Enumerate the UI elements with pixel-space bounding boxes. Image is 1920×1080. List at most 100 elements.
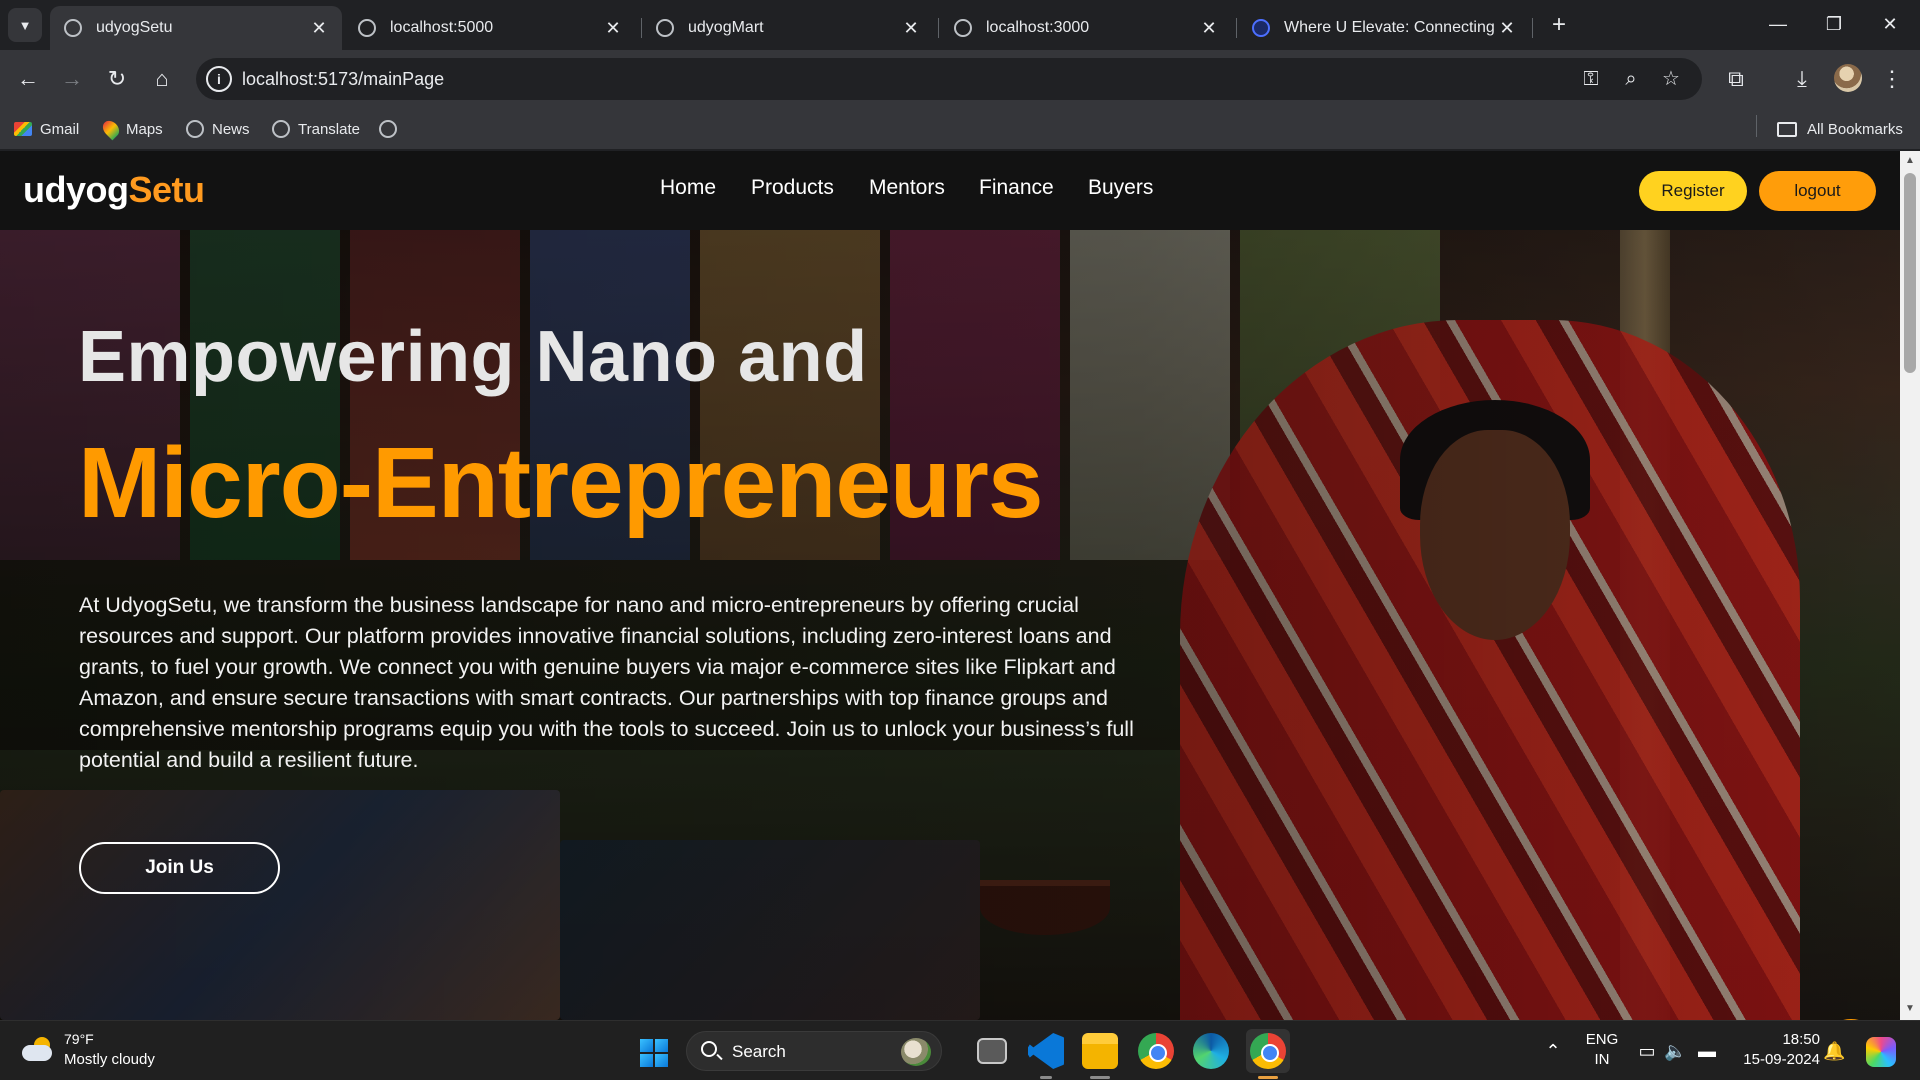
browser-toolbar: ← → ↻ ⌂ i localhost:5173/mainPage ⚿ ⌕ ☆ … [0,50,1920,108]
web-page: udyogSetu Home Products Mentors Finance … [0,151,1900,1020]
globe-icon [656,19,674,37]
forward-button[interactable]: → [56,63,88,95]
search-placeholder: Search [732,1042,786,1061]
tab-title: localhost:3000 [986,19,1090,36]
battery-icon[interactable]: ▬ [1696,1041,1718,1061]
close-icon[interactable]: ✕ [310,18,328,39]
download-icon[interactable]: ⤓ [1786,63,1818,95]
close-icon[interactable]: ✕ [1498,18,1516,39]
scroll-down-arrow-icon[interactable]: ▼ [1904,1003,1916,1015]
all-bookmarks[interactable]: All Bookmarks [1777,118,1903,140]
volume-icon[interactable]: 🔈 [1664,1041,1686,1061]
search-icon [701,1041,717,1057]
more-menu-icon[interactable]: ⋮ [1876,63,1908,95]
chevron-down-icon: ▼ [18,17,32,33]
nav-buyers[interactable]: Buyers [1088,176,1153,200]
windows-start-icon[interactable] [640,1039,668,1067]
plus-icon: + [1551,11,1566,38]
reload-button[interactable]: ↻ [101,63,133,95]
chrome-profile-icon[interactable] [1250,1033,1286,1069]
bookmark-maps[interactable]: Maps [99,117,163,141]
close-window-button[interactable]: ✕ [1862,6,1918,42]
clock-time[interactable]: 18:50 [1740,1031,1820,1048]
close-icon[interactable]: ✕ [1200,18,1218,39]
close-icon[interactable]: ✕ [902,18,920,39]
tab-udyogmart[interactable]: udyogMart ✕ [642,6,934,50]
maps-pin-icon [99,117,123,141]
chrome-icon[interactable] [1138,1033,1174,1069]
scroll-up-arrow-icon[interactable]: ▲ [1904,155,1916,167]
copilot-icon[interactable] [1866,1037,1896,1067]
edge-icon[interactable] [1193,1033,1229,1069]
join-us-button[interactable]: Join Us [79,842,280,894]
logo-part-2: Setu [128,169,205,210]
address-bar[interactable]: i localhost:5173/mainPage ⚿ ⌕ ☆ [196,58,1702,100]
profile-avatar[interactable] [1834,64,1862,92]
tab-separator [1236,18,1237,38]
tab-search-button[interactable]: ▼ [8,8,42,42]
tab-title: udyogMart [688,19,764,36]
folder-icon [1777,121,1797,137]
tab-localhost-5000[interactable]: localhost:5000 ✕ [344,6,636,50]
hero-description: At UdyogSetu, we transform the business … [79,593,1134,772]
nav-products[interactable]: Products [751,176,834,200]
clock-date[interactable]: 15-09-2024 [1730,1051,1820,1068]
running-indicator [1040,1076,1052,1079]
minimize-button[interactable]: — [1750,6,1806,42]
back-button[interactable]: ← [12,63,44,95]
weather-temperature[interactable]: 79°F [64,1031,94,1047]
chevron-up-icon[interactable]: ⌃ [1542,1041,1564,1061]
logout-button[interactable]: logout [1759,171,1876,211]
notification-bell-icon[interactable]: 🔔 [1823,1041,1845,1061]
tab-title: localhost:5000 [390,19,494,36]
taskbar-search[interactable]: Search [686,1031,942,1071]
home-button[interactable]: ⌂ [146,63,178,95]
bookmark-label: News [212,120,250,138]
task-view-icon[interactable] [977,1038,1007,1064]
new-tab-button[interactable]: + [1544,10,1574,40]
hero-title-line-2: Micro-Entrepreneurs [78,427,1044,539]
site-logo[interactable]: udyogSetu [23,169,205,211]
nav-finance[interactable]: Finance [979,176,1054,200]
restore-button[interactable]: ❐ [1806,6,1862,42]
weather-condition[interactable]: Mostly cloudy [64,1051,155,1068]
globe-icon [954,19,972,37]
vscode-icon[interactable] [1028,1033,1064,1069]
tab-title: Where U Elevate: Connecting n [1284,19,1498,36]
url-text[interactable]: localhost:5173/mainPage [242,69,444,90]
register-button[interactable]: Register [1639,171,1747,211]
nav-home[interactable]: Home [660,176,716,200]
page-scrollbar[interactable]: ▲ ▼ [1900,151,1920,1020]
site-navbar: udyogSetu Home Products Mentors Finance … [0,151,1900,230]
star-bookmark-icon[interactable]: ☆ [1658,66,1684,92]
gmail-icon [14,122,32,136]
site-logo-icon [1252,19,1270,37]
extensions-icon[interactable]: ⧉ [1720,63,1752,95]
display-network-icon[interactable]: ▭ [1636,1041,1658,1061]
search-highlight-image [901,1038,931,1066]
close-icon[interactable]: ✕ [604,18,622,39]
bookmark-news[interactable]: News [186,118,250,140]
file-explorer-icon[interactable] [1082,1033,1118,1069]
bookmark-untitled[interactable] [379,118,405,140]
tab-localhost-3000[interactable]: localhost:3000 ✕ [940,6,1232,50]
running-indicator [1090,1076,1110,1079]
tab-where-u-elevate[interactable]: Where U Elevate: Connecting n ✕ [1238,6,1530,50]
bookmark-translate[interactable]: Translate [272,118,360,140]
site-info-icon[interactable]: i [206,66,232,92]
language-region[interactable]: IN [1580,1051,1624,1068]
language-code[interactable]: ENG [1580,1031,1624,1048]
weather-cloudy-icon[interactable] [22,1037,54,1061]
globe-icon [379,120,397,138]
zoom-icon[interactable]: ⌕ [1618,66,1644,92]
tab-strip: ▼ udyogSetu ✕ localhost:5000 ✕ udyogMart… [0,0,1920,50]
bookmark-gmail[interactable]: Gmail [14,118,79,140]
logo-part-1: udyog [23,169,129,210]
tab-udyogsetu[interactable]: udyogSetu ✕ [50,6,342,50]
password-key-icon[interactable]: ⚿ [1578,66,1604,92]
hero-section: Empowering Nano and Micro-Entrepreneurs … [0,230,1900,1020]
home-icon: ⌂ [155,66,169,91]
globe-icon [272,120,290,138]
nav-mentors[interactable]: Mentors [869,176,945,200]
scrollbar-thumb[interactable] [1904,173,1916,373]
